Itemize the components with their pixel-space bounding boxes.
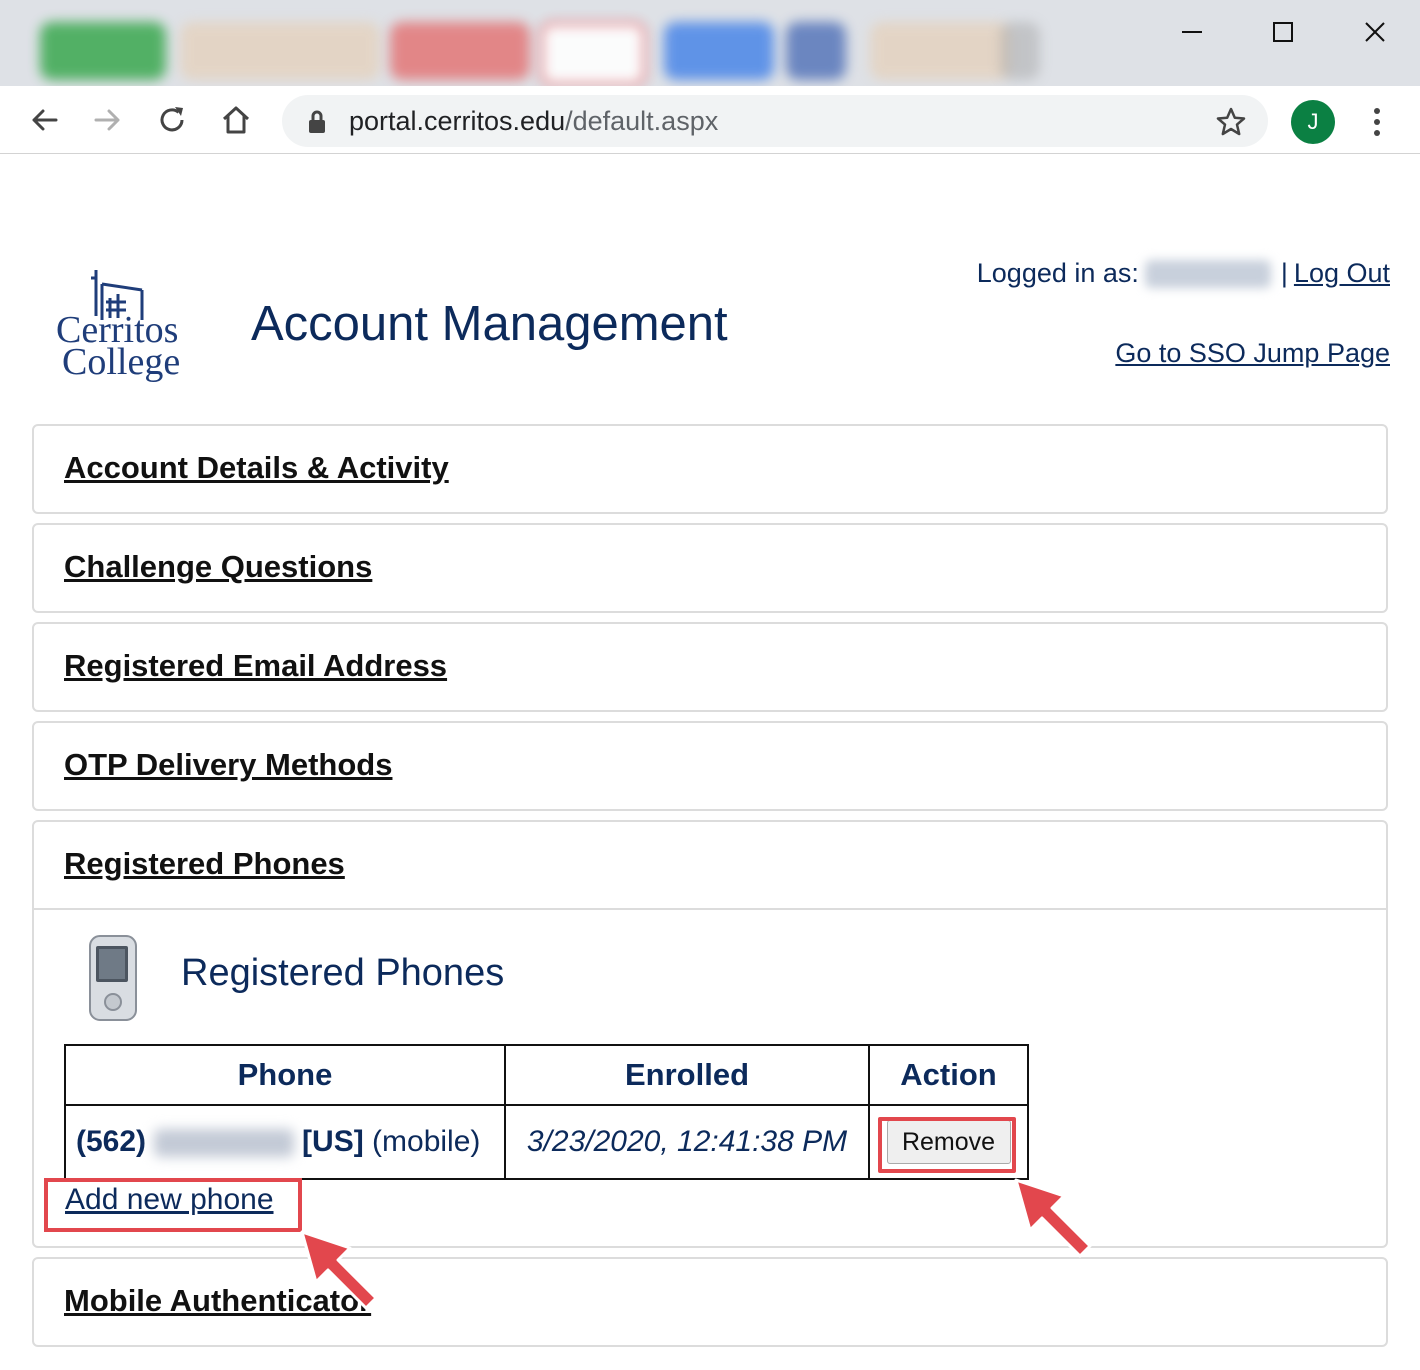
phone-cell: (562) [US] (mobile) xyxy=(64,1104,506,1180)
annotation-arrow-remove xyxy=(1014,1178,1092,1258)
section-account-details: Account Details & Activity xyxy=(32,424,1388,514)
remove-highlight-box xyxy=(878,1117,1016,1173)
blurred-tab[interactable] xyxy=(1000,22,1040,80)
blurred-tab[interactable] xyxy=(664,22,774,80)
phones-subtitle: Registered Phones xyxy=(181,952,505,994)
back-icon[interactable] xyxy=(24,100,64,140)
reload-icon[interactable] xyxy=(152,100,192,140)
phone-type: (mobile) xyxy=(372,1125,481,1158)
enrolled-date: 3/23/2020, 12:41:38 PM xyxy=(504,1104,870,1180)
home-icon[interactable] xyxy=(216,100,256,140)
section-link-registered-email[interactable]: Registered Email Address xyxy=(64,648,447,684)
section-challenge-questions: Challenge Questions xyxy=(32,523,1388,613)
redacted-username xyxy=(1144,259,1271,288)
page-title: Account Management xyxy=(251,297,728,351)
minimize-icon[interactable] xyxy=(1172,12,1212,52)
logo-text-line2: College xyxy=(62,341,180,383)
forward-icon[interactable] xyxy=(88,100,128,140)
section-otp-methods: OTP Delivery Methods xyxy=(32,721,1388,811)
blurred-tab[interactable] xyxy=(786,22,846,80)
section-link-challenge-questions[interactable]: Challenge Questions xyxy=(64,549,372,585)
column-header-action: Action xyxy=(868,1044,1029,1106)
cerritos-college-logo[interactable]: Cerritos College xyxy=(54,268,204,386)
sso-jump-link[interactable]: Go to SSO Jump Page xyxy=(1115,338,1390,369)
column-header-phone: Phone xyxy=(64,1044,506,1106)
star-icon[interactable] xyxy=(1216,107,1246,142)
redacted-phone-number xyxy=(154,1129,295,1158)
active-tab[interactable] xyxy=(540,22,646,86)
phone-country: [US] xyxy=(302,1125,364,1158)
add-phone-highlight-box xyxy=(44,1178,302,1232)
login-status: Logged in as: | Log Out xyxy=(977,258,1390,289)
column-header-enrolled: Enrolled xyxy=(504,1044,870,1106)
section-mobile-authenticator: Mobile Authenticator xyxy=(32,1257,1388,1347)
section-link-account-details[interactable]: Account Details & Activity xyxy=(64,450,449,486)
close-icon[interactable] xyxy=(1355,12,1395,52)
blurred-tab[interactable] xyxy=(870,22,1010,80)
kebab-menu-icon[interactable] xyxy=(1360,100,1394,144)
blurred-tab[interactable] xyxy=(180,22,380,80)
url-text[interactable]: portal.cerritos.edu/default.aspx xyxy=(349,106,718,137)
blurred-tab[interactable] xyxy=(390,22,530,80)
section-link-otp-methods[interactable]: OTP Delivery Methods xyxy=(64,747,392,783)
maximize-icon[interactable] xyxy=(1263,12,1303,52)
logged-in-label: Logged in as: xyxy=(976,258,1139,288)
section-registered-email: Registered Email Address xyxy=(32,622,1388,712)
panel-divider xyxy=(34,908,1386,910)
separator: | xyxy=(1280,258,1288,288)
browser-toolbar: portal.cerritos.edu/default.aspx J xyxy=(0,86,1420,154)
logout-link[interactable]: Log Out xyxy=(1294,258,1390,289)
profile-avatar[interactable]: J xyxy=(1291,100,1335,144)
browser-titlebar xyxy=(0,0,1420,86)
phone-area-code: (562) xyxy=(76,1125,147,1158)
url-path: /default.aspx xyxy=(565,106,719,136)
blurred-tab[interactable] xyxy=(40,22,166,80)
section-registered-phones: Registered Phones Registered Phones Phon… xyxy=(32,820,1388,1248)
annotation-arrow-add-phone xyxy=(300,1230,378,1310)
mobile-phone-icon xyxy=(86,932,142,1029)
lock-icon[interactable] xyxy=(306,109,328,140)
address-bar[interactable]: portal.cerritos.edu/default.aspx xyxy=(282,95,1268,147)
section-link-registered-phones[interactable]: Registered Phones xyxy=(64,846,345,882)
url-domain: portal.cerritos.edu xyxy=(349,106,566,136)
